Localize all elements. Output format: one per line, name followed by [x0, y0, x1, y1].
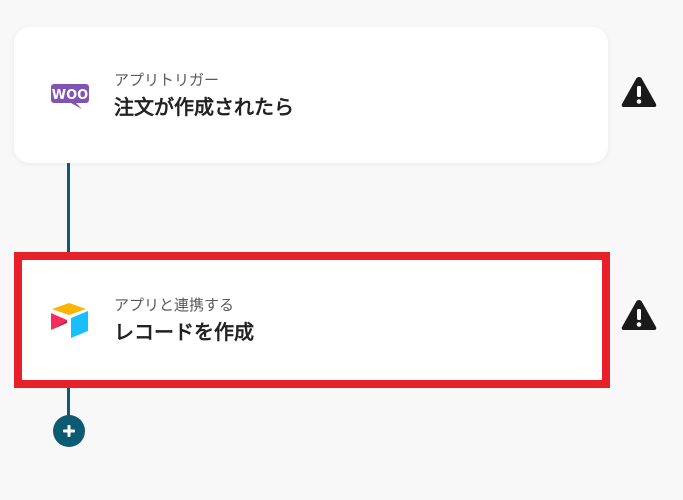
step-type-label: アプリと連携する	[114, 296, 235, 314]
flow-connector-line	[67, 160, 70, 256]
flow-step-action-card[interactable]: アプリと連携する レコードを作成	[14, 252, 610, 388]
step-type-label: アプリトリガー	[114, 71, 220, 89]
flow-step-trigger-card[interactable]: WOO アプリトリガー 注文が作成されたら	[14, 27, 608, 163]
airtable-icon	[47, 297, 93, 343]
step-title: レコードを作成	[114, 320, 254, 344]
step-title: 注文が作成されたら	[114, 95, 294, 119]
add-step-button[interactable]	[53, 415, 85, 447]
svg-text:WOO: WOO	[52, 88, 88, 103]
warning-icon[interactable]	[620, 298, 658, 332]
woocommerce-icon: WOO	[47, 72, 93, 118]
plus-icon	[63, 425, 75, 437]
warning-icon[interactable]	[620, 75, 658, 109]
